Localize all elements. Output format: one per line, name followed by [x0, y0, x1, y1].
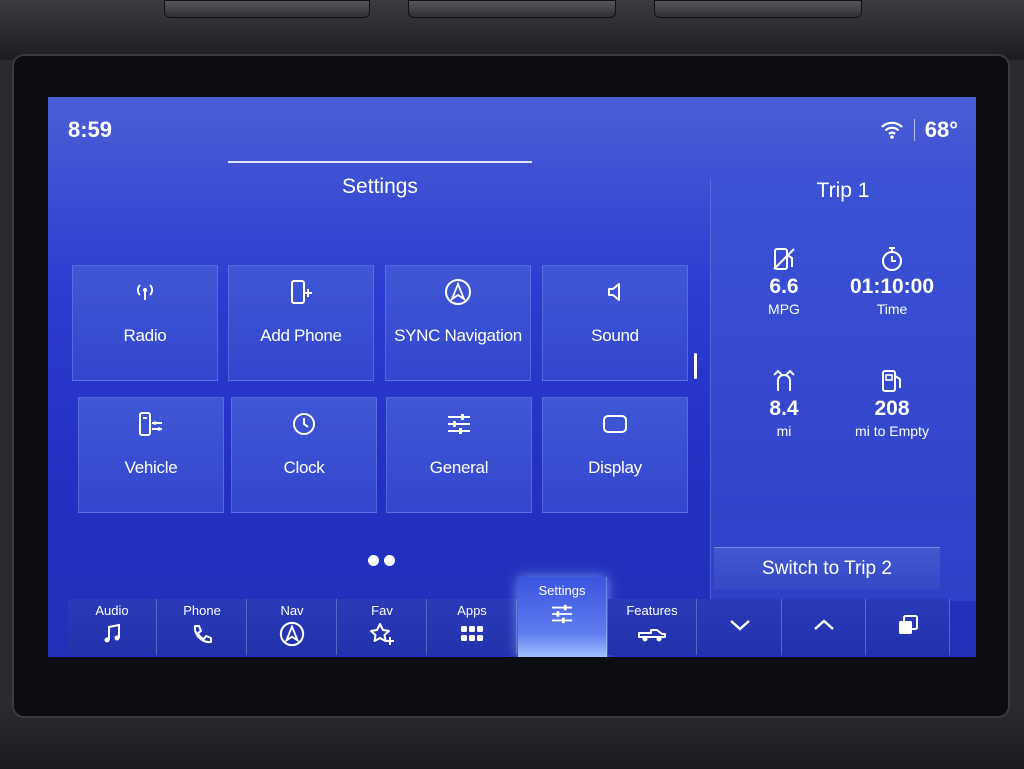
tile-label: Vehicle [124, 458, 178, 477]
status-divider [913, 119, 915, 141]
trip-stat-unit: mi to Empty [855, 423, 929, 439]
stopwatch-icon [832, 245, 952, 273]
pages-button[interactable] [866, 599, 950, 655]
nav-nav[interactable]: Nav [248, 599, 337, 655]
chevron-up-icon [812, 618, 836, 637]
page-title: Settings [342, 175, 418, 198]
hardware-button[interactable] [654, 0, 862, 18]
tile-sound[interactable]: Sound [542, 265, 688, 381]
infotainment-screen: 8:59 68° Settings Radio Add Phone SYNC N… [48, 97, 976, 657]
nav-label: Apps [457, 603, 487, 618]
tile-label: General [429, 458, 489, 477]
trip-stat-mpg: 6.6 MPG [724, 245, 844, 317]
tile-label: Add Phone [260, 326, 342, 345]
switch-trip-button[interactable]: Switch to Trip 2 [714, 547, 940, 590]
tab-underline [228, 161, 532, 163]
tile-label: SYNC Navigation [394, 326, 522, 345]
wifi-icon [880, 120, 904, 140]
tile-label: Sound [591, 326, 639, 345]
nav-fav[interactable]: Fav [338, 599, 427, 655]
trip-stat-value: 208 [874, 397, 910, 420]
trip-stat-time: 01:10:00 Time [832, 245, 952, 317]
scroll-up-button[interactable] [782, 599, 866, 655]
trip-stat-value: 01:10:00 [849, 275, 935, 298]
tile-sync-navigation[interactable]: SYNC Navigation [385, 265, 531, 381]
hardware-button[interactable] [164, 0, 370, 18]
nav-features[interactable]: Features [608, 599, 697, 655]
nav-label: Features [626, 603, 678, 618]
distance-icon [724, 367, 844, 395]
nav-audio[interactable]: Audio [68, 599, 157, 655]
nav-label: Audio [95, 603, 129, 618]
page-indicator [368, 555, 395, 566]
trip-stat-value: 8.4 [769, 397, 799, 420]
hardware-button[interactable] [408, 0, 616, 18]
tile-label: Radio [123, 326, 167, 345]
pages-icon [897, 614, 919, 641]
scroll-down-button[interactable] [698, 599, 782, 655]
nav-label: Fav [371, 603, 393, 618]
clock-time: 8:59 [68, 117, 113, 142]
apps-grid-icon [460, 622, 484, 646]
page-dot[interactable] [384, 555, 395, 566]
tile-vehicle[interactable]: Vehicle [78, 397, 224, 513]
navigation-icon [279, 621, 305, 647]
bottom-nav: Audio Phone Nav Fav Apps Settings Featur… [68, 577, 976, 657]
fuel-economy-icon [724, 245, 844, 273]
fuel-pump-icon [832, 367, 952, 395]
trip-stat-unit: Time [876, 301, 908, 317]
add-phone-icon [288, 278, 314, 306]
phone-icon [191, 622, 213, 646]
trip-stat-unit: MPG [768, 301, 800, 317]
truck-icon [637, 622, 667, 646]
sliders-icon [446, 410, 472, 438]
scrollbar-thumb[interactable] [694, 353, 697, 379]
clock-icon [291, 410, 317, 438]
nav-settings[interactable]: Settings [518, 577, 607, 657]
tile-display[interactable]: Display [542, 397, 688, 513]
music-note-icon [102, 622, 122, 646]
trip-stat-unit: mi [776, 423, 792, 439]
vehicle-icon [137, 410, 165, 438]
status-area: 68° [880, 117, 958, 143]
tile-label: Clock [283, 458, 325, 477]
nav-label: Phone [183, 603, 221, 618]
tile-clock[interactable]: Clock [231, 397, 377, 513]
tile-radio[interactable]: Radio [72, 265, 218, 381]
trip-title: Trip 1 [816, 179, 870, 202]
nav-label: Settings [538, 583, 586, 598]
tile-add-phone[interactable]: Add Phone [228, 265, 374, 381]
nav-apps[interactable]: Apps [428, 599, 517, 655]
star-plus-icon [369, 622, 395, 646]
trip-stat-distance: 8.4 mi [724, 367, 844, 439]
tile-general[interactable]: General [386, 397, 532, 513]
trip-stat-range: 208 mi to Empty [832, 367, 952, 439]
display-icon [601, 410, 629, 438]
speaker-icon [603, 278, 627, 306]
sliders-icon [549, 602, 575, 626]
nav-label: Nav [280, 603, 304, 618]
page-dot[interactable] [368, 555, 379, 566]
dashboard-bezel-top [0, 0, 1024, 60]
nav-phone[interactable]: Phone [158, 599, 247, 655]
navigation-icon [444, 278, 472, 306]
trip-stat-value: 6.6 [769, 275, 799, 298]
chevron-down-icon [728, 618, 752, 637]
tile-label: Display [588, 458, 642, 477]
radio-antenna-icon [133, 278, 157, 306]
outside-temperature: 68° [924, 117, 958, 142]
